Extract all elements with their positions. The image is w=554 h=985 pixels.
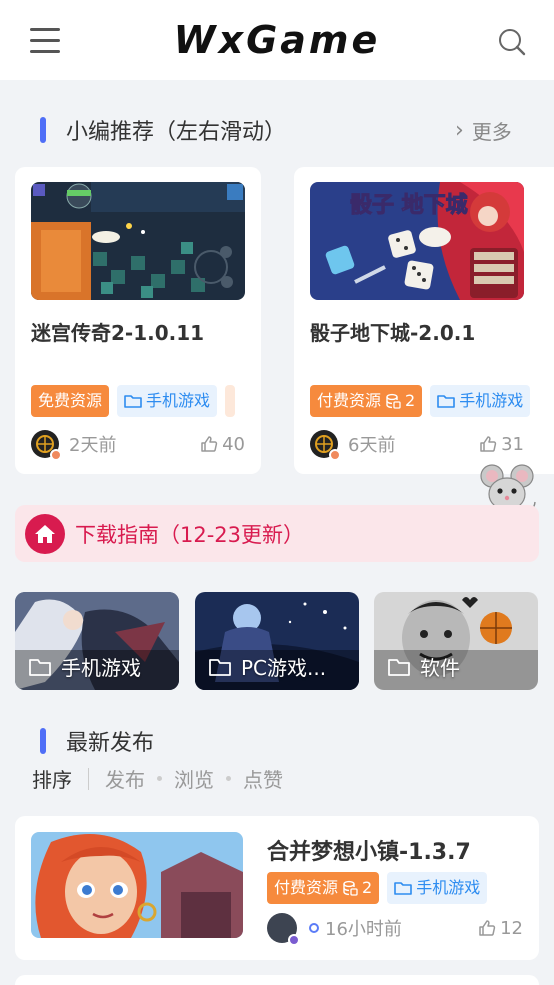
folder-icon	[394, 882, 413, 895]
tag-label: 手机游戏	[146, 391, 211, 410]
thumbs-up-icon	[479, 920, 496, 936]
home-icon	[25, 513, 65, 554]
sort-option-views[interactable]: 浏览	[174, 764, 214, 793]
divider	[88, 767, 89, 790]
category-pc-games[interactable]: PC游戏...	[195, 592, 359, 690]
post-time: 2天前	[69, 435, 117, 456]
tag-label: 付费资源	[317, 391, 382, 410]
sort-option-likes[interactable]: 点赞	[243, 764, 283, 793]
category-name: 软件	[420, 656, 460, 680]
top-bar: WxGame	[0, 0, 554, 80]
tag-label: 免费资源	[38, 391, 103, 410]
coins-icon	[386, 393, 401, 409]
category-label: PC游戏...	[209, 652, 326, 681]
tag-list: 免费资源 手机游戏	[31, 385, 236, 417]
folder-icon	[209, 658, 231, 676]
thumbnail-title: 骰子 地下城	[350, 192, 468, 218]
tag-list: 付费资源 2 手机游戏	[310, 385, 531, 417]
category-label: 手机游戏	[29, 652, 141, 681]
thumbs-up-icon	[201, 436, 218, 452]
game-title[interactable]: 合并梦想小镇-1.3.7	[267, 834, 471, 866]
sort-bar: 排序 发布 浏览 点赞	[32, 764, 283, 793]
post-time: 16小时前	[325, 919, 402, 940]
section-accent-bar	[40, 728, 46, 754]
thumbs-up-icon	[480, 436, 497, 452]
category-name: 手机游戏	[61, 656, 141, 680]
coins-icon	[343, 880, 358, 896]
featured-title: 小编推荐（左右滑动）	[66, 120, 287, 145]
dot-separator	[226, 776, 231, 781]
avatar[interactable]	[267, 913, 300, 946]
avatar-badge	[50, 449, 62, 461]
tag-list: 付费资源 2 手机游戏	[267, 872, 488, 904]
search-icon[interactable]	[498, 28, 526, 56]
avatar[interactable]	[31, 430, 62, 461]
game-thumbnail[interactable]	[31, 182, 245, 300]
tag-label: 手机游戏	[416, 878, 481, 897]
post-meta: 16小时前 12	[267, 913, 523, 946]
price-tag[interactable]: 付费资源 2	[267, 872, 380, 904]
more-label: 更多	[471, 120, 512, 144]
post-card-partial[interactable]	[15, 975, 539, 985]
like-count[interactable]: 31	[479, 434, 524, 455]
overflow-tag	[225, 385, 236, 417]
game-title[interactable]: 骰子地下城-2.0.1	[310, 317, 475, 346]
featured-section-header: 小编推荐（左右滑动）	[40, 114, 286, 146]
featured-card[interactable]: 骰子 地下城 骰子地下城-2.0.1 付费资源 2 手机游戏 6天前 31	[294, 167, 554, 474]
folder-icon	[437, 395, 456, 408]
tag-label: 手机游戏	[459, 391, 524, 410]
folder-icon	[29, 658, 51, 676]
featured-card[interactable]: 迷宫传奇2-1.0.11 免费资源 手机游戏 2天前 40	[15, 167, 261, 474]
game-title[interactable]: 迷宫传奇2-1.0.11	[31, 317, 204, 346]
latest-section-header: 最新发布	[40, 725, 154, 757]
category-software[interactable]: 软件	[374, 592, 538, 690]
avatar-badge	[288, 934, 300, 946]
card-meta: 6天前 31	[310, 429, 524, 461]
category-label: 软件	[388, 652, 460, 681]
section-accent-bar	[40, 117, 46, 143]
latest-title: 最新发布	[66, 731, 155, 756]
price-tag[interactable]: 免费资源	[31, 385, 110, 417]
folder-icon	[124, 395, 142, 408]
more-link[interactable]: › 更多	[455, 116, 512, 145]
dot-separator	[157, 776, 162, 781]
guide-text: 下载指南（12-23更新）	[75, 522, 305, 547]
category-tag[interactable]: 手机游戏	[117, 385, 218, 417]
like-count[interactable]: 40	[200, 434, 245, 455]
category-tag[interactable]: 手机游戏	[430, 385, 531, 417]
category-name: PC游戏...	[241, 656, 327, 680]
download-guide-banner[interactable]: 下载指南（12-23更新）	[15, 505, 539, 562]
sort-option-publish[interactable]: 发布	[105, 764, 145, 793]
post-time: 6天前	[348, 435, 396, 456]
tag-count: 2	[362, 878, 373, 897]
category-mobile-games[interactable]: 手机游戏	[15, 592, 179, 690]
likes-value: 31	[501, 433, 524, 455]
game-thumbnail[interactable]	[31, 832, 243, 938]
likes-value: 40	[222, 433, 245, 455]
game-thumbnail[interactable]: 骰子 地下城	[310, 182, 524, 300]
price-tag[interactable]: 付费资源 2	[310, 385, 423, 417]
likes-value: 12	[500, 917, 523, 939]
post-card[interactable]: 合并梦想小镇-1.3.7 付费资源 2 手机游戏 16小时前 12	[15, 816, 539, 960]
avatar[interactable]	[310, 430, 341, 461]
chevron-right-icon: ›	[455, 118, 464, 143]
card-meta: 2天前 40	[31, 429, 245, 461]
site-logo[interactable]: WxGame	[0, 18, 554, 62]
avatar-badge	[329, 449, 341, 461]
like-count[interactable]: 12	[478, 918, 523, 939]
folder-icon	[388, 658, 410, 676]
tag-label: 付费资源	[274, 878, 339, 897]
category-tag[interactable]: 手机游戏	[387, 872, 488, 904]
tag-count: 2	[405, 391, 416, 410]
sort-label: 排序	[32, 768, 72, 792]
online-status-icon	[309, 923, 319, 933]
